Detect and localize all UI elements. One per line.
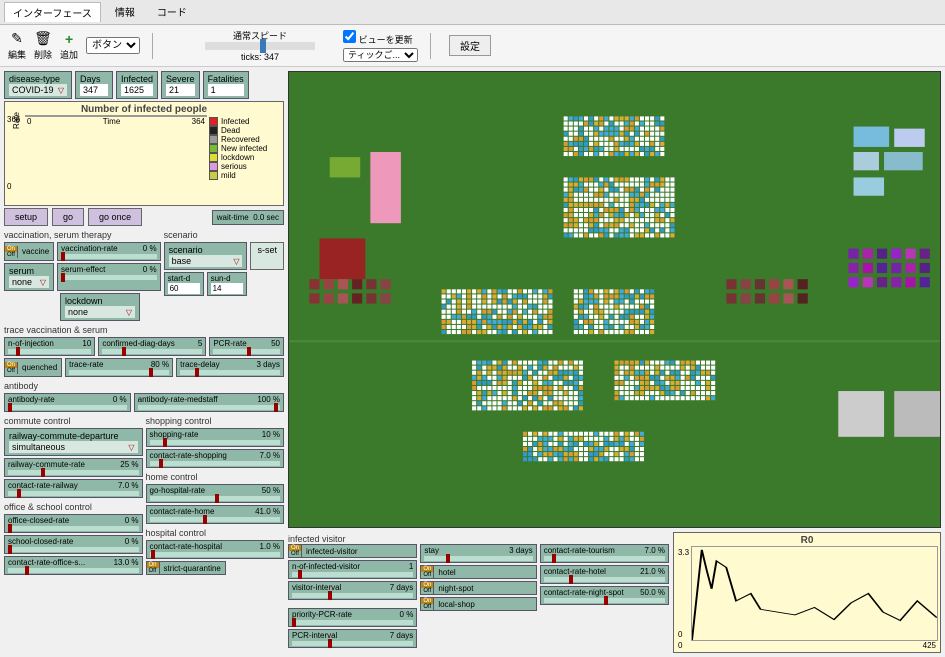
delete-button[interactable]: 🗑削除 bbox=[34, 30, 52, 61]
add-button[interactable]: +追加 bbox=[60, 31, 78, 61]
stay-slider[interactable]: stay3 days bbox=[420, 544, 536, 563]
contact-rate-railway-slider[interactable]: contact-rate-railway7.0 % bbox=[4, 479, 143, 498]
pcr-interval-slider[interactable]: PCR-interval7 days bbox=[288, 629, 417, 648]
fatalities-monitor: Fatalities1 bbox=[203, 71, 249, 99]
railway-commute-departure-chooser[interactable]: railway-commute-departuresimultaneous▽ bbox=[4, 428, 143, 456]
go-hospital-rate-slider[interactable]: go-hospital-rate50 % bbox=[146, 484, 285, 503]
tab-bar: インターフェース 情報 コード bbox=[0, 0, 945, 25]
widget-type-select[interactable]: ボタン bbox=[86, 37, 140, 54]
trash-icon: 🗑 bbox=[34, 30, 52, 47]
tab-info[interactable]: 情報 bbox=[107, 2, 143, 22]
local-shop-switch[interactable]: OnOfflocal-shop bbox=[420, 597, 536, 611]
n-of-infected-visitor-slider[interactable]: n-of-infected-visitor1 bbox=[288, 560, 417, 579]
school-closed-rate-slider[interactable]: school-closed-rate0 % bbox=[4, 535, 143, 554]
trace-rate-slider[interactable]: trace-rate80 % bbox=[65, 358, 173, 377]
severe-monitor: Severe21 bbox=[161, 71, 200, 99]
tab-code[interactable]: コード bbox=[149, 2, 195, 22]
days-monitor: Days347 bbox=[75, 71, 113, 99]
vaccine-switch[interactable]: OnOffvaccine bbox=[4, 242, 54, 261]
view-update-checkbox[interactable]: ビューを更新 bbox=[343, 30, 418, 46]
contact-rate-home-slider[interactable]: contact-rate-home41.0 % bbox=[146, 505, 285, 524]
pencil-icon: ✎ bbox=[11, 30, 23, 47]
plus-icon: + bbox=[65, 31, 73, 47]
infected-plot: Number of infected people 3660 Rate 0Tim… bbox=[4, 101, 284, 206]
vaccination-rate-slider[interactable]: vaccination-rate0 % bbox=[57, 242, 160, 261]
serum-effect-slider[interactable]: serum-effect0 % bbox=[57, 263, 161, 291]
visitor-interval-slider[interactable]: visitor-interval7 days bbox=[288, 581, 417, 600]
confirmed-diag-days-slider[interactable]: confirmed-diag-days5 bbox=[98, 337, 206, 356]
world-view[interactable] bbox=[288, 71, 941, 528]
night-spot-switch[interactable]: OnOffnight-spot bbox=[420, 581, 536, 595]
trace-delay-slider[interactable]: trace-delay3 days bbox=[176, 358, 284, 377]
sun-d-input[interactable]: sun-d14 bbox=[207, 272, 247, 296]
infected-monitor: Infected1625 bbox=[116, 71, 158, 99]
s-set-button[interactable]: s-set bbox=[250, 242, 284, 270]
office-closed-rate-slider[interactable]: office-closed-rate0 % bbox=[4, 514, 143, 533]
contact-rate-shopping-slider[interactable]: contact-rate-shopping7.0 % bbox=[146, 449, 285, 468]
quenched-switch[interactable]: OnOffquenched bbox=[4, 358, 62, 377]
railway-commute-rate-slider[interactable]: railway-commute-rate25 % bbox=[4, 458, 143, 477]
scenario-chooser[interactable]: scenariobase▽ bbox=[164, 242, 248, 270]
contact-rate-night-spot-slider[interactable]: contact-rate-night-spot50.0 % bbox=[540, 586, 669, 605]
contact-rate-office-slider[interactable]: contact-rate-office-s...13.0 % bbox=[4, 556, 143, 575]
serum-chooser[interactable]: serumnone▽ bbox=[4, 263, 54, 291]
chevron-down-icon: ▽ bbox=[58, 86, 64, 95]
tab-interface[interactable]: インターフェース bbox=[4, 2, 101, 22]
edit-button[interactable]: ✎編集 bbox=[8, 30, 26, 61]
priority-pcr-rate-slider[interactable]: priority-PCR-rate0 % bbox=[288, 608, 417, 627]
antibody-rate-slider[interactable]: antibody-rate0 % bbox=[4, 393, 131, 412]
setup-button[interactable]: setup bbox=[4, 208, 48, 226]
antibody-rate-medstaff-slider[interactable]: antibody-rate-medstaff100 % bbox=[134, 393, 284, 412]
settings-button[interactable]: 設定 bbox=[449, 35, 491, 56]
view-mode-select[interactable]: ティックご... bbox=[343, 48, 418, 62]
go-once-button[interactable]: go once bbox=[88, 208, 142, 226]
n-of-injection-slider[interactable]: n-of-injection10 bbox=[4, 337, 95, 356]
strict-quarantine-switch[interactable]: OnOffstrict-quarantine bbox=[146, 561, 226, 575]
disease-type-chooser[interactable]: disease-type COVID-19▽ bbox=[4, 71, 72, 99]
toolbar: ✎編集 🗑削除 +追加 ボタン 通常スピード ticks: 347 ビューを更新… bbox=[0, 25, 945, 67]
speed-slider[interactable] bbox=[205, 42, 315, 50]
pcr-rate-slider[interactable]: PCR-rate50 bbox=[209, 337, 284, 356]
lockdown-chooser[interactable]: lockdownnone▽ bbox=[60, 293, 140, 321]
contact-rate-hospital-slider[interactable]: contact-rate-hospital1.0 % bbox=[146, 540, 285, 559]
contact-rate-tourism-slider[interactable]: contact-rate-tourism7.0 % bbox=[540, 544, 669, 563]
infected-visitor-switch[interactable]: OnOffinfected-visitor bbox=[288, 544, 417, 558]
contact-rate-hotel-slider[interactable]: contact-rate-hotel21.0 % bbox=[540, 565, 669, 584]
r0-plot: R0 3.30 0425 bbox=[673, 532, 941, 653]
go-button[interactable]: go bbox=[52, 208, 84, 226]
shopping-rate-slider[interactable]: shopping-rate10 % bbox=[146, 428, 285, 447]
start-d-input[interactable]: start-d60 bbox=[164, 272, 204, 296]
hotel-switch[interactable]: OnOffhotel bbox=[420, 565, 536, 579]
